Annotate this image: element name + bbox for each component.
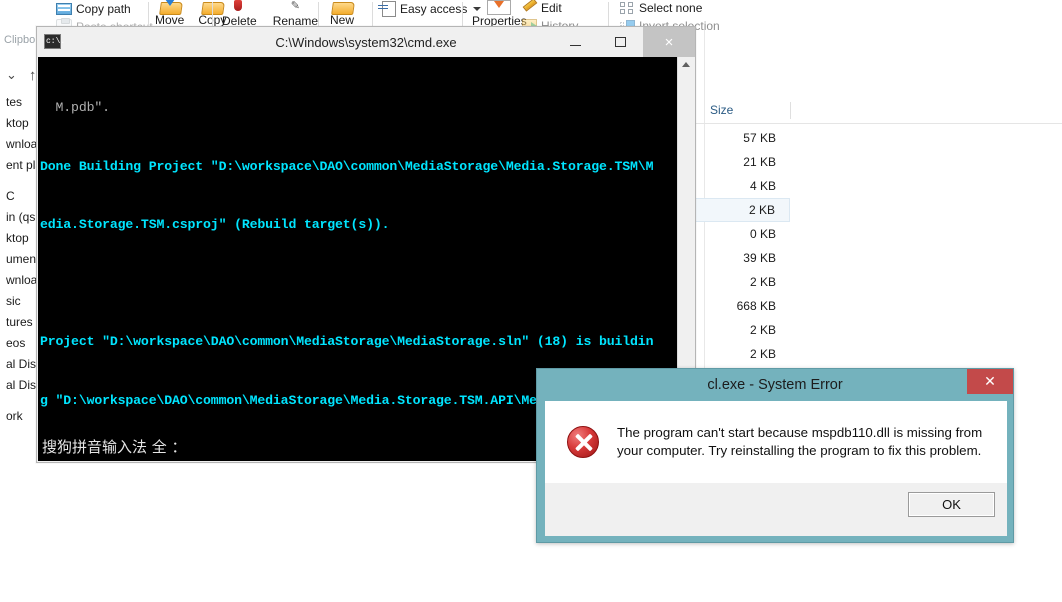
ribbon-select-none[interactable]: Select none — [620, 0, 720, 15]
ribbon-divider-5 — [462, 2, 463, 28]
table-row-selected[interactable]: 2 KB — [690, 198, 790, 222]
ribbon-divider-6 — [608, 2, 609, 28]
ribbon-edit-label: Edit — [541, 0, 562, 15]
maximize-button[interactable] — [598, 27, 643, 57]
easy-access-icon — [378, 1, 396, 17]
ribbon-divider-2 — [212, 2, 213, 28]
ribbon-edit[interactable]: Edit — [522, 0, 578, 15]
ribbon-new-folder[interactable]: New — [330, 0, 354, 27]
dialog-title-bar[interactable]: cl.exe - System Error ✕ — [537, 369, 1013, 401]
dialog-message: The program can't start because mspdb110… — [617, 425, 983, 458]
table-row[interactable]: 2 KB — [690, 318, 790, 342]
system-error-dialog: cl.exe - System Error ✕ The program can'… — [536, 368, 1014, 543]
table-row[interactable]: 57 KB — [690, 126, 790, 150]
screen-root: Copy path Paste shortcut Move Copy — [0, 0, 1062, 602]
properties-icon — [487, 0, 512, 15]
clipboard-group-caption: Clipbo — [4, 34, 36, 46]
ribbon-easy-access-label: Easy access — [400, 2, 468, 16]
delete-icon — [230, 0, 248, 15]
console-line: Project "D:\workspace\DAO\common\MediaSt… — [40, 334, 654, 349]
table-row[interactable]: 4 KB — [690, 174, 790, 198]
error-cross-icon — [567, 426, 599, 458]
move-to-icon — [159, 0, 181, 14]
minimize-button[interactable] — [553, 27, 598, 57]
console-line: edia.Storage.TSM.csproj" (Rebuild target… — [40, 217, 390, 232]
table-row[interactable]: 2 KB — [690, 342, 790, 366]
column-header-size[interactable]: Size — [710, 103, 733, 117]
rename-icon: ✎ — [290, 0, 300, 12]
ribbon-delete[interactable]: Delete — [222, 0, 257, 28]
ribbon-move-to[interactable]: Move — [155, 0, 184, 27]
dialog-footer: OK — [545, 483, 1007, 536]
console-line: Done Building Project "D:\workspace\DAO\… — [40, 158, 654, 174]
cmd-window-buttons: × — [553, 27, 695, 57]
close-button[interactable]: × — [643, 27, 695, 57]
file-list-header: Size — [690, 98, 1062, 124]
ribbon-select-none-label: Select none — [639, 0, 703, 15]
table-row[interactable]: 668 KB — [690, 294, 790, 318]
table-row[interactable]: 2 KB — [690, 270, 790, 294]
new-folder-icon — [331, 0, 353, 14]
console-icon — [44, 34, 65, 49]
ribbon-divider-3 — [318, 2, 319, 28]
table-row[interactable]: 21 KB — [690, 150, 790, 174]
dialog-close-button[interactable]: ✕ — [967, 369, 1013, 394]
ribbon-easy-access[interactable]: Easy access — [378, 1, 482, 17]
table-row[interactable]: 0 KB — [690, 222, 790, 246]
table-row[interactable]: 39 KB — [690, 246, 790, 270]
ribbon-divider-1 — [148, 2, 149, 28]
select-none-icon — [620, 1, 635, 14]
ribbon-rename[interactable]: ✎ Rename — [273, 0, 318, 28]
edit-icon — [522, 1, 537, 15]
cmd-title-bar[interactable]: C:\Windows\system32\cmd.exe × — [37, 27, 695, 57]
ok-button[interactable]: OK — [908, 492, 995, 517]
ribbon-copy-path[interactable]: Copy path — [56, 1, 153, 16]
column-resize-handle[interactable] — [790, 102, 791, 119]
console-line: M.pdb". — [40, 100, 111, 115]
ribbon-properties[interactable]: Properties — [472, 0, 527, 28]
ribbon-divider-4 — [372, 2, 373, 28]
dialog-title-text: cl.exe - System Error — [707, 377, 843, 393]
nav-back-icon[interactable]: ⌄ — [6, 67, 17, 83]
scroll-up-icon[interactable] — [682, 62, 690, 67]
ribbon-copy-path-label: Copy path — [76, 1, 131, 16]
dialog-body: The program can't start because mspdb110… — [545, 401, 1007, 483]
copy-path-icon — [56, 2, 72, 15]
